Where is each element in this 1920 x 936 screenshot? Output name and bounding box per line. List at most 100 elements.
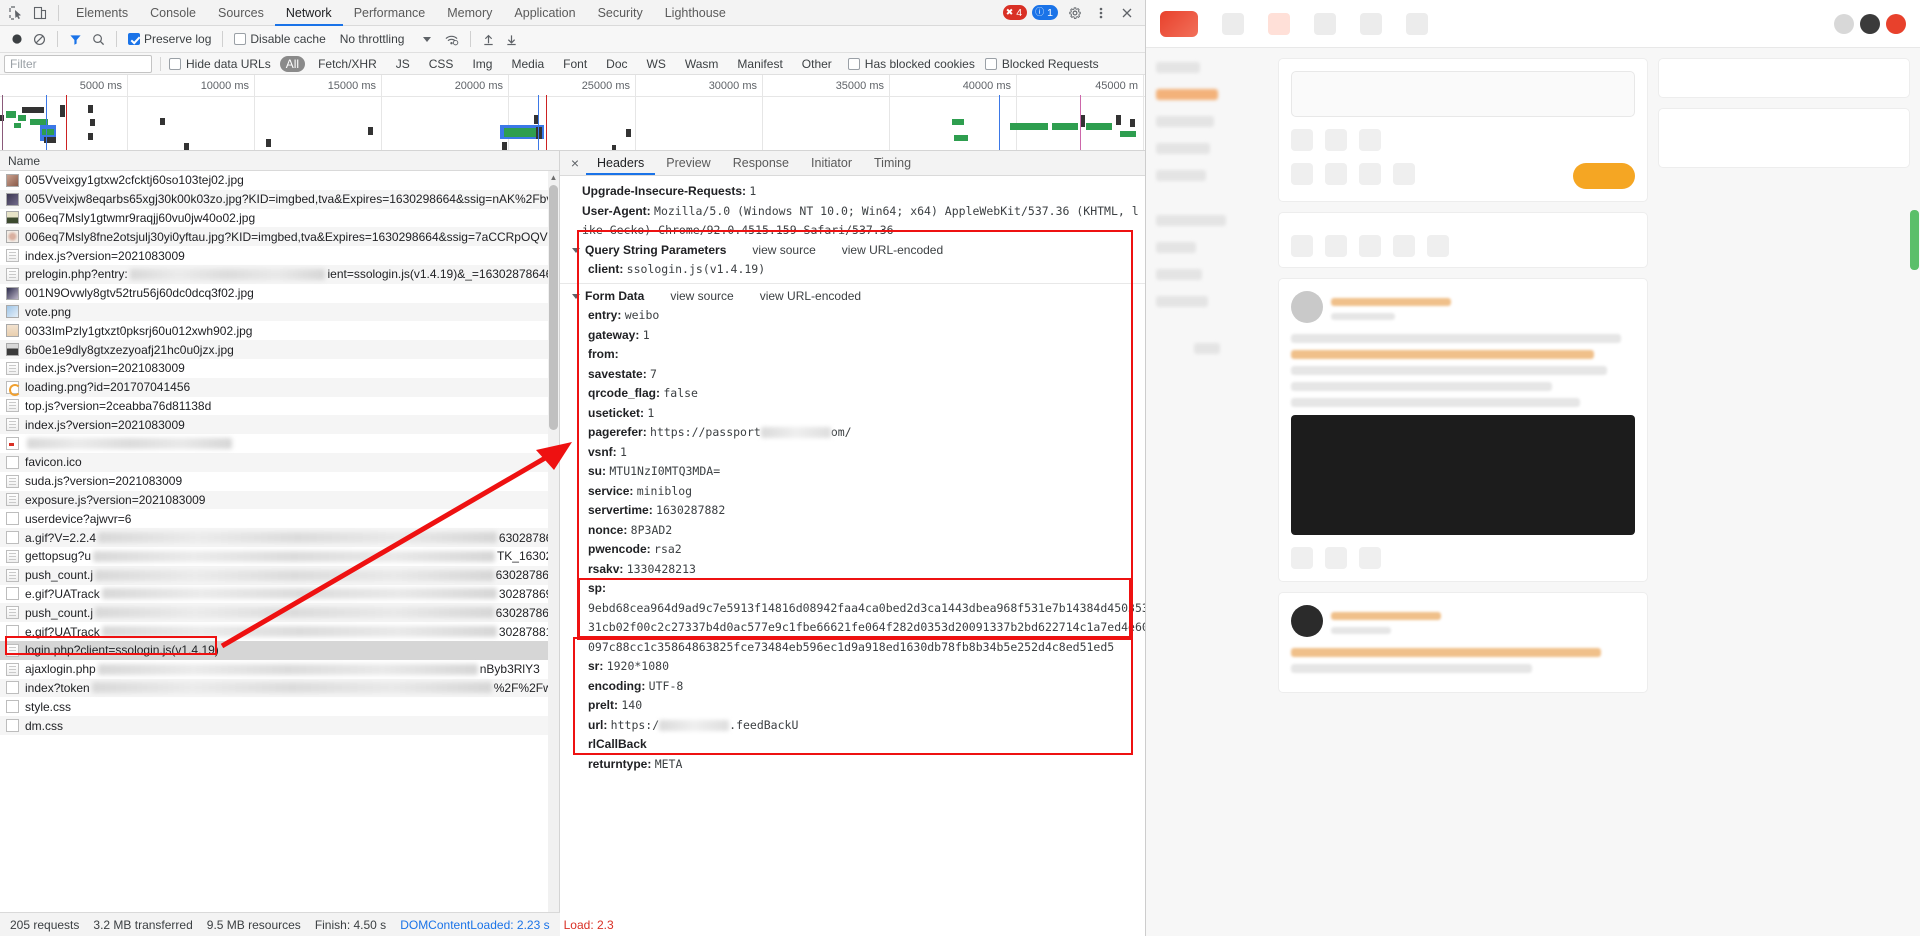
request-row[interactable]: style.css <box>0 697 559 716</box>
error-badge[interactable]: ✖ 4 <box>1002 5 1028 20</box>
request-row[interactable]: 001N9Ovwly8gtv52tru56j60dc0dcq3f02.jpg <box>0 284 559 303</box>
composer-icon-4[interactable] <box>1291 163 1313 185</box>
request-row[interactable]: vote.png <box>0 302 559 322</box>
device-toolbar-icon[interactable] <box>28 1 52 25</box>
network-conditions-icon[interactable] <box>439 26 464 52</box>
query-string-parameters-title-row[interactable]: Query String Parameters view source view U… <box>560 241 1145 261</box>
avatar-3[interactable] <box>1886 13 1906 34</box>
type-filter-wasm[interactable]: Wasm <box>679 56 725 72</box>
right-rail-card-2[interactable] <box>1658 108 1910 168</box>
type-filter-fetch-xhr[interactable]: Fetch/XHR <box>312 56 383 72</box>
request-row[interactable]: e.gif?UATrack 302878696 <box>0 585 559 604</box>
info-badge[interactable]: ⓘ 1 <box>1032 5 1058 20</box>
sidebar-block-9[interactable] <box>1156 296 1208 307</box>
avatar-2[interactable] <box>1860 13 1880 34</box>
sidebar-block-3[interactable] <box>1156 116 1214 127</box>
post-action-share-1[interactable] <box>1291 547 1313 569</box>
import-har-icon[interactable] <box>477 26 500 52</box>
request-row[interactable]: top.js?version=2ceabba76d81138d <box>0 397 559 416</box>
filter-toggle-icon[interactable] <box>64 26 87 52</box>
tab-memory[interactable]: Memory <box>436 0 503 26</box>
export-har-icon[interactable] <box>500 26 523 52</box>
request-row[interactable]: 005Vveixjw8eqarbs65xgj30k00k03zo.jpg?KID… <box>0 189 559 209</box>
composer-icon-2[interactable] <box>1325 129 1347 151</box>
request-row[interactable]: index.js?version=2021083009 <box>0 246 559 265</box>
request-list[interactable]: 005Vveixgy1gtxw2cfcktj60so103tej02.jpg 00… <box>0 171 559 936</box>
page-scrollbar-thumb[interactable] <box>1910 210 1919 270</box>
tab-lighthouse[interactable]: Lighthouse <box>654 0 737 26</box>
webpage-area[interactable] <box>1146 0 1920 936</box>
avatar-1[interactable] <box>1834 13 1854 34</box>
has-blocked-cookies-checkbox[interactable]: Has blocked cookies <box>847 57 975 71</box>
detail-tab-headers[interactable]: Headers <box>586 151 655 175</box>
request-row[interactable]: exposure.js?version=2021083009 <box>0 490 559 510</box>
inspect-element-icon[interactable] <box>4 1 28 25</box>
type-filter-font[interactable]: Font <box>557 56 593 72</box>
tab-application[interactable]: Application <box>503 0 586 26</box>
close-detail-icon[interactable]: × <box>564 151 586 175</box>
request-row[interactable]: a.gif?V=2.2.4 630287865 <box>0 528 559 547</box>
composer-icon-6[interactable] <box>1359 163 1381 185</box>
feed-filter-icon-4[interactable] <box>1393 235 1415 257</box>
request-list-scrollbar-thumb[interactable] <box>549 185 558 430</box>
post-media-1[interactable] <box>1291 415 1635 535</box>
sidebar-block-6[interactable] <box>1156 215 1226 226</box>
request-row[interactable]: 006eq7Msly8fne2otsjulj30yi0yftau.jpg?KID… <box>0 227 559 247</box>
type-filter-all[interactable]: All <box>279 55 306 72</box>
filter-input[interactable]: Filter <box>4 54 152 73</box>
scroll-up-arrow-icon[interactable]: ▲ <box>549 173 558 182</box>
type-filter-js[interactable]: JS <box>390 56 416 72</box>
sidebar-block-8[interactable] <box>1156 269 1202 280</box>
nav-icon-4[interactable] <box>1360 12 1382 35</box>
type-filter-manifest[interactable]: Manifest <box>731 56 788 72</box>
request-row[interactable]: favicon.ico <box>0 452 559 472</box>
request-row[interactable]: push_count.j 630287864. <box>0 565 559 585</box>
hide-data-urls-checkbox[interactable]: Hide data URLs <box>169 57 271 71</box>
request-row[interactable]: 0033ImPzly1gtxzt0pksrj60u012xwh902.jpg <box>0 321 559 340</box>
tab-console[interactable]: Console <box>139 0 207 26</box>
sidebar-block-7[interactable] <box>1156 242 1196 253</box>
tab-network[interactable]: Network <box>275 0 343 26</box>
detail-tab-initiator[interactable]: Initiator <box>800 151 863 175</box>
clear-button[interactable] <box>28 26 51 52</box>
network-overview-timeline[interactable]: 5000 ms 10000 ms 15000 ms 20000 ms 25000… <box>0 75 1145 151</box>
type-filter-ws[interactable]: WS <box>641 56 672 72</box>
request-row[interactable]: 005Vveixgy1gtxw2cfcktj60so103tej02.jpg <box>0 171 559 190</box>
nav-icon-3[interactable] <box>1314 12 1336 35</box>
detail-tab-timing[interactable]: Timing <box>863 151 922 175</box>
request-row[interactable]: index?token %2F%2Fwe <box>0 678 559 698</box>
request-row[interactable]: userdevice?ajwvr=6 <box>0 509 559 528</box>
query-string-parameters-view-source-link[interactable]: view source <box>752 241 815 261</box>
tab-performance[interactable]: Performance <box>343 0 437 26</box>
request-row[interactable]: push_count.j 630287864. <box>0 603 559 623</box>
query-string-parameters-view-url-encoded-link[interactable]: view URL-encoded <box>842 241 943 261</box>
post-action-like-1[interactable] <box>1359 547 1381 569</box>
feed-filter-icon-2[interactable] <box>1325 235 1347 257</box>
request-row[interactable]: e.gif?UATrack 302878813 <box>0 622 559 641</box>
disable-cache-checkbox[interactable]: Disable cache <box>229 26 330 52</box>
request-row[interactable]: login.php?client=ssologin.js(v1.4.19) <box>0 640 559 660</box>
request-row[interactable]: dm.css <box>0 716 559 735</box>
headers-content[interactable]: Upgrade-Insecure-Requests: 1 User-Agent: … <box>560 176 1145 936</box>
type-filter-media[interactable]: Media <box>505 56 550 72</box>
more-options-icon[interactable] <box>1089 1 1113 25</box>
detail-tab-response[interactable]: Response <box>722 151 800 175</box>
request-row[interactable]: suda.js?version=2021083009 <box>0 472 559 491</box>
nav-icon-2[interactable] <box>1268 12 1290 35</box>
request-row[interactable]: index.js?version=2021083009 <box>0 359 559 378</box>
composer-icon-7[interactable] <box>1393 163 1415 185</box>
sidebar-block-1[interactable] <box>1156 62 1200 73</box>
composer-icon-1[interactable] <box>1291 129 1313 151</box>
post-avatar-2[interactable] <box>1291 605 1323 637</box>
composer-input[interactable] <box>1291 71 1635 117</box>
feed-filter-icon-1[interactable] <box>1291 235 1313 257</box>
settings-gear-icon[interactable] <box>1063 1 1087 25</box>
feed-filter-icon-3[interactable] <box>1359 235 1381 257</box>
request-row[interactable]: loading.png?id=201707041456 <box>0 377 559 397</box>
request-row[interactable]: index.js?version=2021083009 <box>0 415 559 435</box>
request-row[interactable]: gettopsug?u TK_163028 <box>0 547 559 566</box>
tab-security[interactable]: Security <box>587 0 654 26</box>
detail-tab-preview[interactable]: Preview <box>655 151 721 175</box>
feed-filter-icon-5[interactable] <box>1427 235 1449 257</box>
record-button[interactable] <box>6 26 28 52</box>
